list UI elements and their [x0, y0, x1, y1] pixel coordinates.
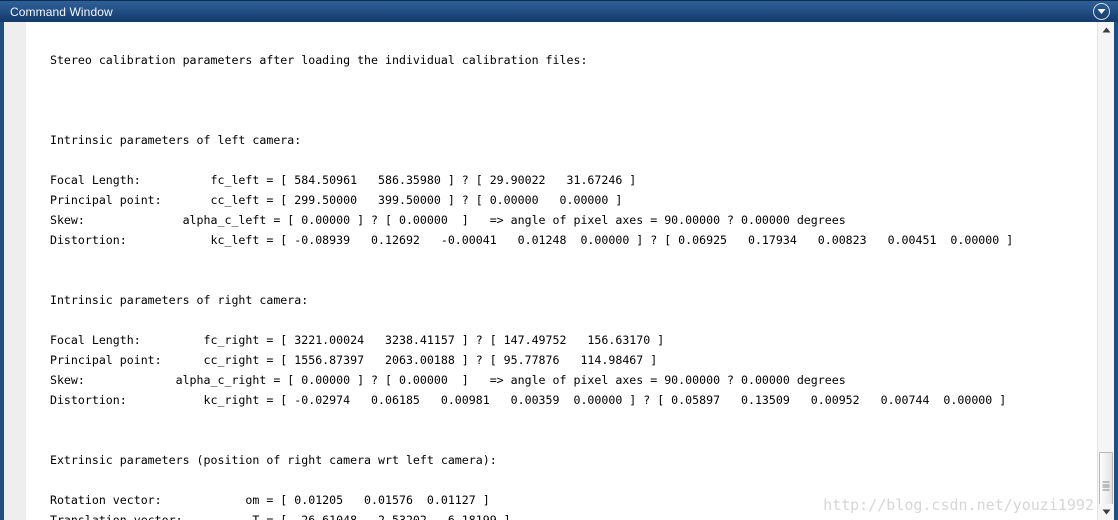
- chevron-down-circle-icon[interactable]: [1093, 3, 1110, 20]
- scrollbar-grip-icon: [1102, 481, 1110, 491]
- console-text: Stereo calibration parameters after load…: [49, 53, 1014, 520]
- left-gutter: [4, 22, 26, 520]
- window-title: Command Window: [10, 4, 113, 19]
- command-window: Command Window Stereo calibration parame…: [0, 0, 1118, 520]
- vertical-scrollbar[interactable]: [1097, 22, 1114, 520]
- console-output-area[interactable]: Stereo calibration parameters after load…: [26, 22, 1097, 520]
- window-frame: Stereo calibration parameters after load…: [0, 22, 1118, 520]
- titlebar-actions: [1093, 3, 1118, 20]
- caret-down-icon[interactable]: [1098, 504, 1114, 520]
- titlebar: Command Window: [0, 0, 1118, 22]
- caret-up-icon[interactable]: [1098, 22, 1114, 38]
